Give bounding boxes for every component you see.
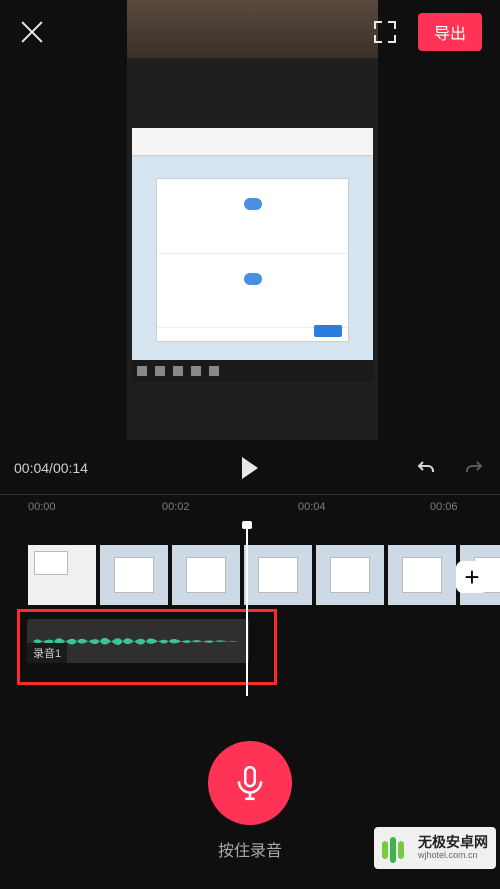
add-clip-button[interactable]: + xyxy=(456,561,488,593)
clip-thumbnail[interactable] xyxy=(172,545,240,605)
timeline[interactable]: 00:00 00:02 00:04 00:06 + 录音1 xyxy=(0,494,500,694)
record-button[interactable] xyxy=(208,741,292,825)
playhead[interactable] xyxy=(246,525,248,696)
clip-thumbnail[interactable] xyxy=(316,545,384,605)
watermark-subtitle: wjhotel.com.cn xyxy=(418,851,488,861)
watermark-title: 无极安卓网 xyxy=(418,835,488,850)
microphone-icon xyxy=(231,764,269,802)
watermark-logo-icon xyxy=(378,831,412,865)
undo-button[interactable] xyxy=(414,456,438,480)
audio-clip-label: 录音1 xyxy=(27,643,67,663)
play-button[interactable] xyxy=(242,457,258,479)
clip-thumbnail[interactable] xyxy=(28,545,96,605)
clip-thumbnail[interactable] xyxy=(244,545,312,605)
current-time: 00:04 xyxy=(14,460,49,476)
clip-thumbnail[interactable] xyxy=(388,545,456,605)
audio-clip[interactable]: 录音1 xyxy=(27,619,249,663)
redo-button xyxy=(462,456,486,480)
video-preview[interactable] xyxy=(127,0,378,440)
clip-thumbnail[interactable] xyxy=(100,545,168,605)
close-button[interactable] xyxy=(18,18,46,46)
time-display: 00:04/00:14 xyxy=(14,460,88,476)
export-button[interactable]: 导出 xyxy=(418,13,482,51)
tick-label: 00:02 xyxy=(162,501,190,513)
fullscreen-icon[interactable] xyxy=(374,21,396,43)
tick-label: 00:04 xyxy=(298,501,326,513)
watermark: 无极安卓网 wjhotel.com.cn xyxy=(374,827,496,869)
video-track[interactable] xyxy=(0,545,500,605)
tick-label: 00:00 xyxy=(28,501,56,513)
tick-label: 00:06 xyxy=(430,501,458,513)
total-time: 00:14 xyxy=(53,460,88,476)
timeline-ruler[interactable]: 00:00 00:02 00:04 00:06 xyxy=(0,495,500,523)
